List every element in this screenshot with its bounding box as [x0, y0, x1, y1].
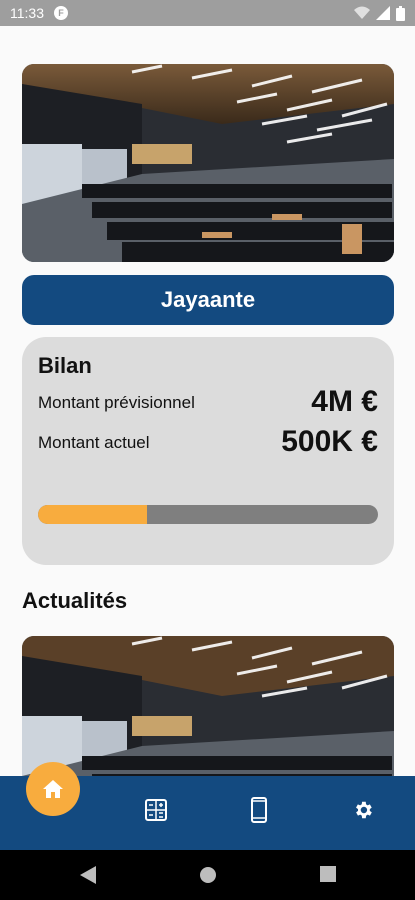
funding-progress-bar — [38, 505, 378, 524]
project-name-banner[interactable]: Jayaante — [22, 275, 394, 325]
battery-icon — [396, 5, 405, 21]
news-item-image[interactable] — [22, 636, 394, 776]
nav-calculator-button[interactable] — [134, 788, 178, 832]
current-label: Montant actuel — [38, 433, 150, 452]
nav-phone-button[interactable] — [237, 788, 281, 832]
nav-home-button[interactable] — [26, 762, 80, 816]
home-icon — [43, 780, 63, 798]
project-name: Jayaante — [160, 287, 256, 312]
status-icons — [354, 5, 405, 21]
wifi-icon — [354, 6, 370, 19]
recents-icon[interactable] — [320, 866, 336, 882]
forecast-label: Montant prévisionnel — [38, 393, 195, 412]
bottom-navigation — [0, 762, 415, 850]
forecast-value: 4M € — [311, 385, 378, 418]
nav-settings-button[interactable] — [341, 788, 385, 832]
funding-progress-fill — [38, 505, 147, 524]
project-image — [22, 64, 394, 262]
calculator-icon — [145, 799, 167, 821]
bilan-card: Bilan Montant prévisionnel 4M € Montant … — [22, 337, 394, 565]
gear-icon — [356, 801, 372, 819]
current-value: 500K € — [281, 425, 378, 458]
signal-icon — [376, 6, 390, 20]
phone-icon — [251, 797, 267, 823]
system-navigation-bar — [0, 850, 415, 900]
news-section-title: Actualités — [22, 588, 128, 613]
status-bar: 11:33 F — [0, 0, 415, 26]
status-time: 11:33 — [10, 5, 44, 21]
app-notification-icon: F — [54, 6, 68, 20]
main-scroll[interactable]: Jayaante Bilan Montant prévisionnel 4M €… — [0, 26, 415, 776]
home-system-icon[interactable] — [199, 866, 217, 884]
bilan-title: Bilan — [38, 353, 92, 378]
back-icon[interactable] — [80, 866, 96, 884]
